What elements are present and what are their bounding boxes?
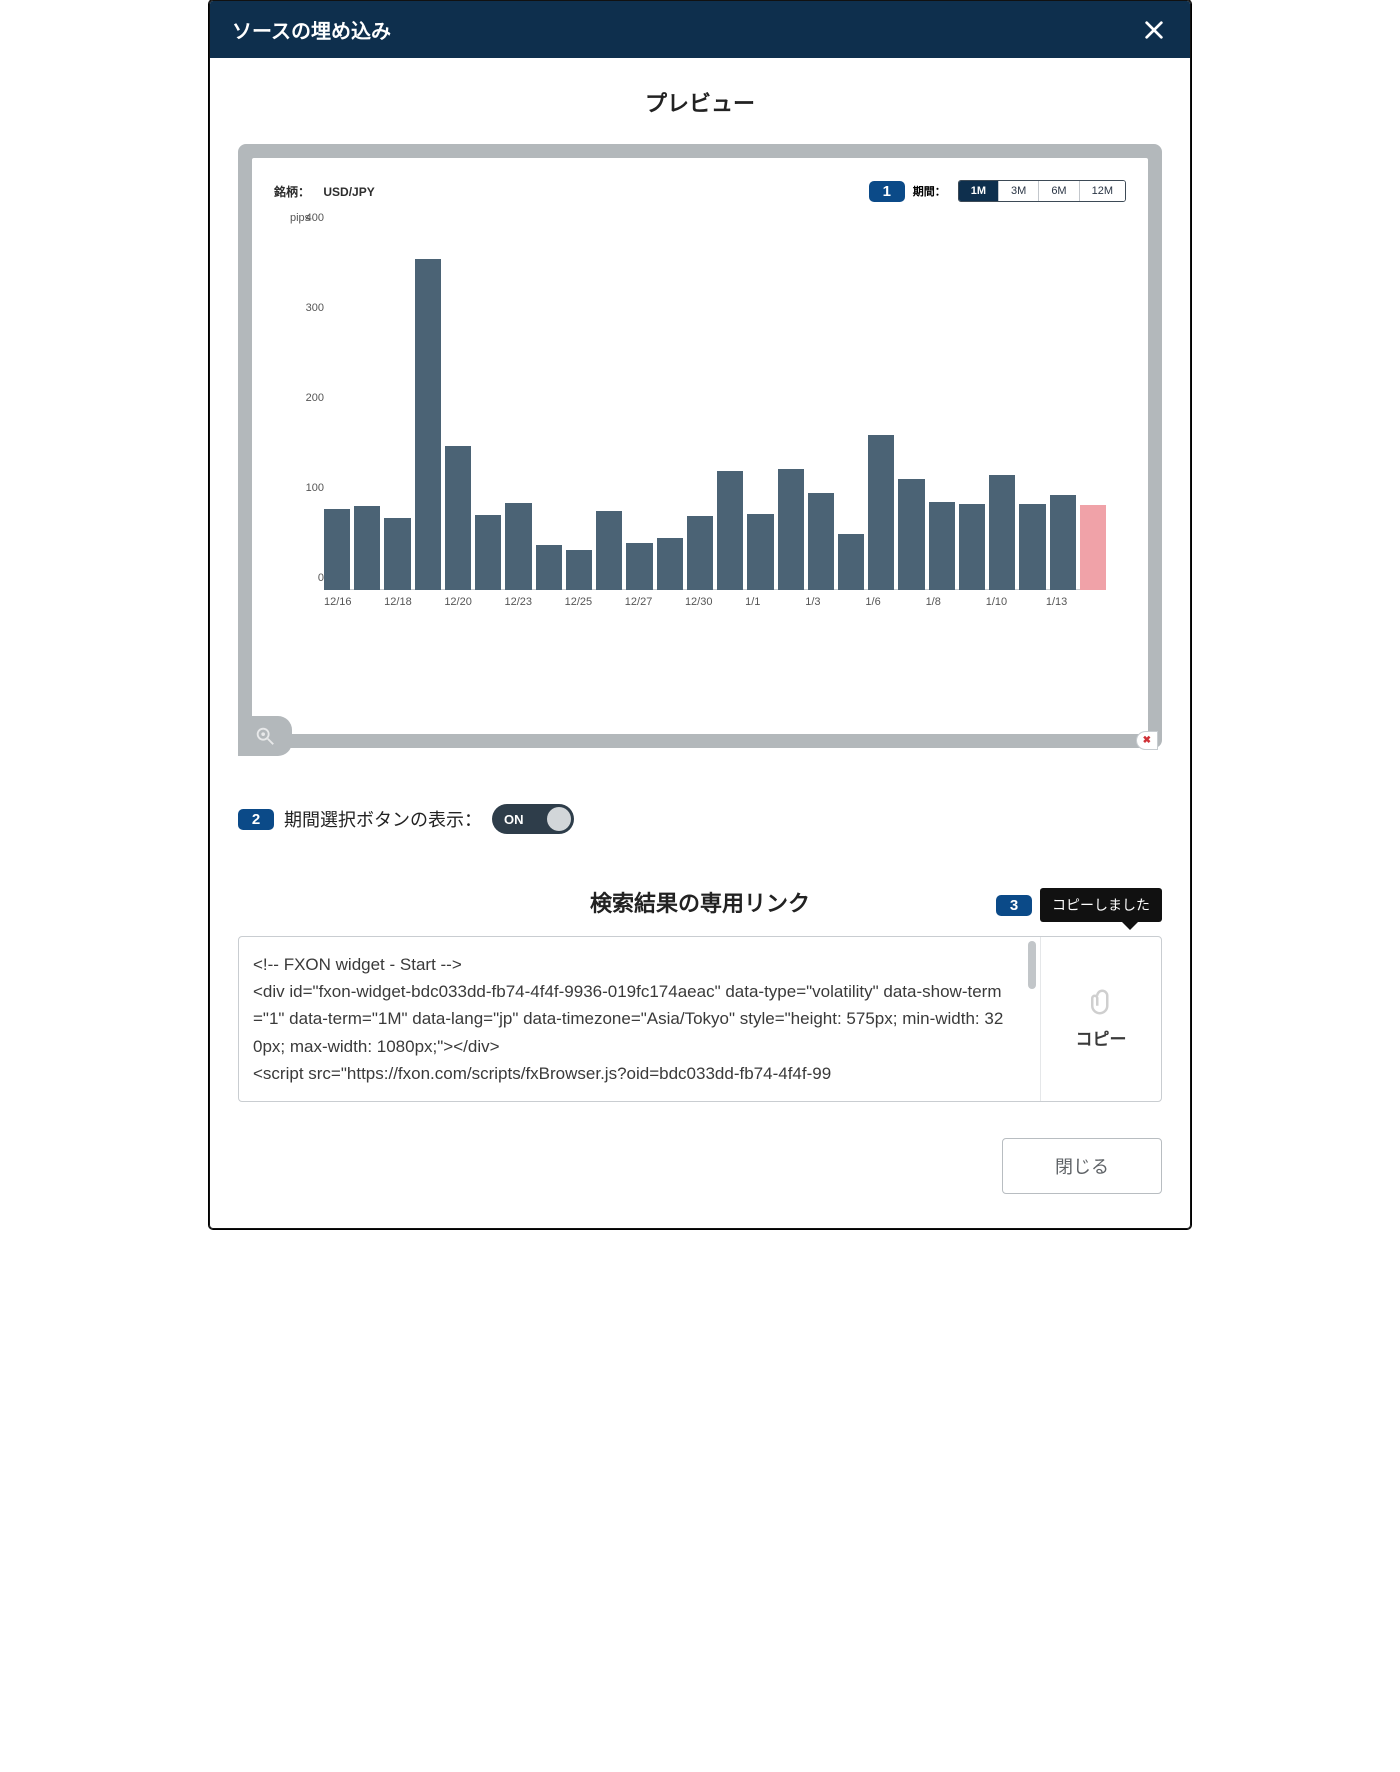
bar (1080, 505, 1106, 591)
step-badge-2: 2 (238, 809, 274, 830)
bar (354, 506, 380, 590)
modal-header: ソースの埋め込み (210, 1, 1190, 58)
y-tick: 300 (290, 302, 324, 314)
x-tick: 1/8 (926, 596, 986, 608)
bar (717, 471, 743, 590)
term-button-3M[interactable]: 3M (999, 181, 1039, 201)
x-tick: 12/16 (324, 596, 384, 608)
bar (445, 446, 471, 590)
copy-label: コピー (1076, 1025, 1127, 1050)
toggle-knob (547, 807, 571, 831)
bar (657, 538, 683, 590)
bar (687, 516, 713, 590)
copied-tooltip: コピーしました (1040, 888, 1162, 922)
bar (959, 504, 985, 590)
brand-chip[interactable]: ✖ (1136, 731, 1158, 750)
embed-code-text[interactable]: <!-- FXON widget - Start --> <div id="fx… (239, 937, 1024, 1101)
bar (566, 550, 592, 591)
chart-area: pips 0100200300400 12/1612/1812/2012/231… (284, 230, 1126, 608)
bar (868, 435, 894, 590)
term-display-toggle[interactable]: ON (492, 804, 574, 834)
term-button-1M[interactable]: 1M (959, 181, 999, 201)
bar (929, 502, 955, 590)
embed-code-box: <!-- FXON widget - Start --> <div id="fx… (238, 936, 1162, 1102)
modal-title: ソースの埋め込み (232, 15, 391, 44)
x-tick: 1/10 (986, 596, 1046, 608)
link-block: 検索結果の専用リンク 3 コピーしました <!-- FXON widget - … (238, 886, 1162, 1102)
y-tick: 100 (290, 482, 324, 494)
bar (536, 545, 562, 590)
x-tick: 1/1 (745, 596, 805, 608)
x-tick: 1/13 (1046, 596, 1106, 608)
bar (838, 534, 864, 590)
y-tick: 0 (290, 572, 324, 584)
symbol-area: 銘柄： USD/JPY (274, 183, 375, 200)
bar (505, 503, 531, 590)
bars-container (324, 230, 1106, 590)
close-icon[interactable] (1140, 16, 1168, 44)
symbol-label: 銘柄： (274, 185, 310, 199)
toggle-text: ON (504, 812, 524, 827)
y-axis: 0100200300400 (290, 230, 324, 590)
bar (596, 511, 622, 590)
copy-button[interactable]: コピー (1040, 937, 1161, 1101)
y-tick: 200 (290, 392, 324, 404)
x-tick: 12/23 (504, 596, 564, 608)
term-button-6M[interactable]: 6M (1039, 181, 1079, 201)
step-badge-3: 3 (996, 895, 1032, 916)
link-title-row: 検索結果の専用リンク 3 コピーしました (238, 886, 1162, 918)
bar (1050, 495, 1076, 590)
x-tick: 12/27 (625, 596, 685, 608)
bar (778, 469, 804, 591)
link-title: 検索結果の専用リンク (590, 886, 810, 918)
scrollbar-track[interactable] (1024, 937, 1040, 1101)
close-button[interactable]: 閉じる (1002, 1138, 1162, 1194)
term-button-12M[interactable]: 12M (1080, 181, 1125, 201)
bar (415, 259, 441, 590)
y-tick: 400 (290, 212, 324, 224)
x-axis: 12/1612/1812/2012/2312/2512/2712/301/11/… (324, 596, 1106, 608)
embed-source-modal: ソースの埋め込み プレビュー 銘柄： USD/JPY 1 期間： 1M3M6M (209, 0, 1191, 1229)
plot-area: 0100200300400 (324, 230, 1106, 590)
term-button-group: 1M3M6M12M (958, 180, 1126, 202)
zoom-tab[interactable] (238, 716, 292, 756)
clip-icon (1086, 987, 1116, 1017)
preview-frame: 銘柄： USD/JPY 1 期間： 1M3M6M12M pips 0100200… (238, 144, 1162, 748)
x-tick: 12/25 (565, 596, 625, 608)
bar (989, 475, 1015, 590)
tooltip-area: 3 コピーしました (996, 888, 1162, 922)
symbol-value: USD/JPY (323, 185, 374, 199)
term-label: 期間： (913, 183, 946, 199)
modal-footer: 閉じる (238, 1138, 1162, 1194)
preview-heading: プレビュー (238, 86, 1162, 118)
preview-card: 銘柄： USD/JPY 1 期間： 1M3M6M12M pips 0100200… (252, 158, 1148, 734)
bar (475, 515, 501, 590)
x-tick: 12/30 (685, 596, 745, 608)
bar (898, 479, 924, 590)
x-tick: 1/6 (865, 596, 925, 608)
x-tick: 12/20 (444, 596, 504, 608)
bar (384, 518, 410, 590)
x-tick: 1/3 (805, 596, 865, 608)
modal-body: プレビュー 銘柄： USD/JPY 1 期間： 1M3M6M12M pips (210, 58, 1190, 1228)
bar (1019, 504, 1045, 590)
toggle-label: 期間選択ボタンの表示： (284, 806, 482, 832)
scrollbar-thumb[interactable] (1028, 941, 1036, 989)
chart-topline: 銘柄： USD/JPY 1 期間： 1M3M6M12M (274, 180, 1126, 202)
x-tick: 12/18 (384, 596, 444, 608)
bar (324, 509, 350, 590)
bar (747, 514, 773, 590)
bar (808, 493, 834, 590)
step-badge-1: 1 (869, 181, 905, 202)
bar (626, 543, 652, 590)
term-toggle-row: 2 期間選択ボタンの表示： ON (238, 804, 1162, 834)
term-area: 1 期間： 1M3M6M12M (869, 180, 1126, 202)
